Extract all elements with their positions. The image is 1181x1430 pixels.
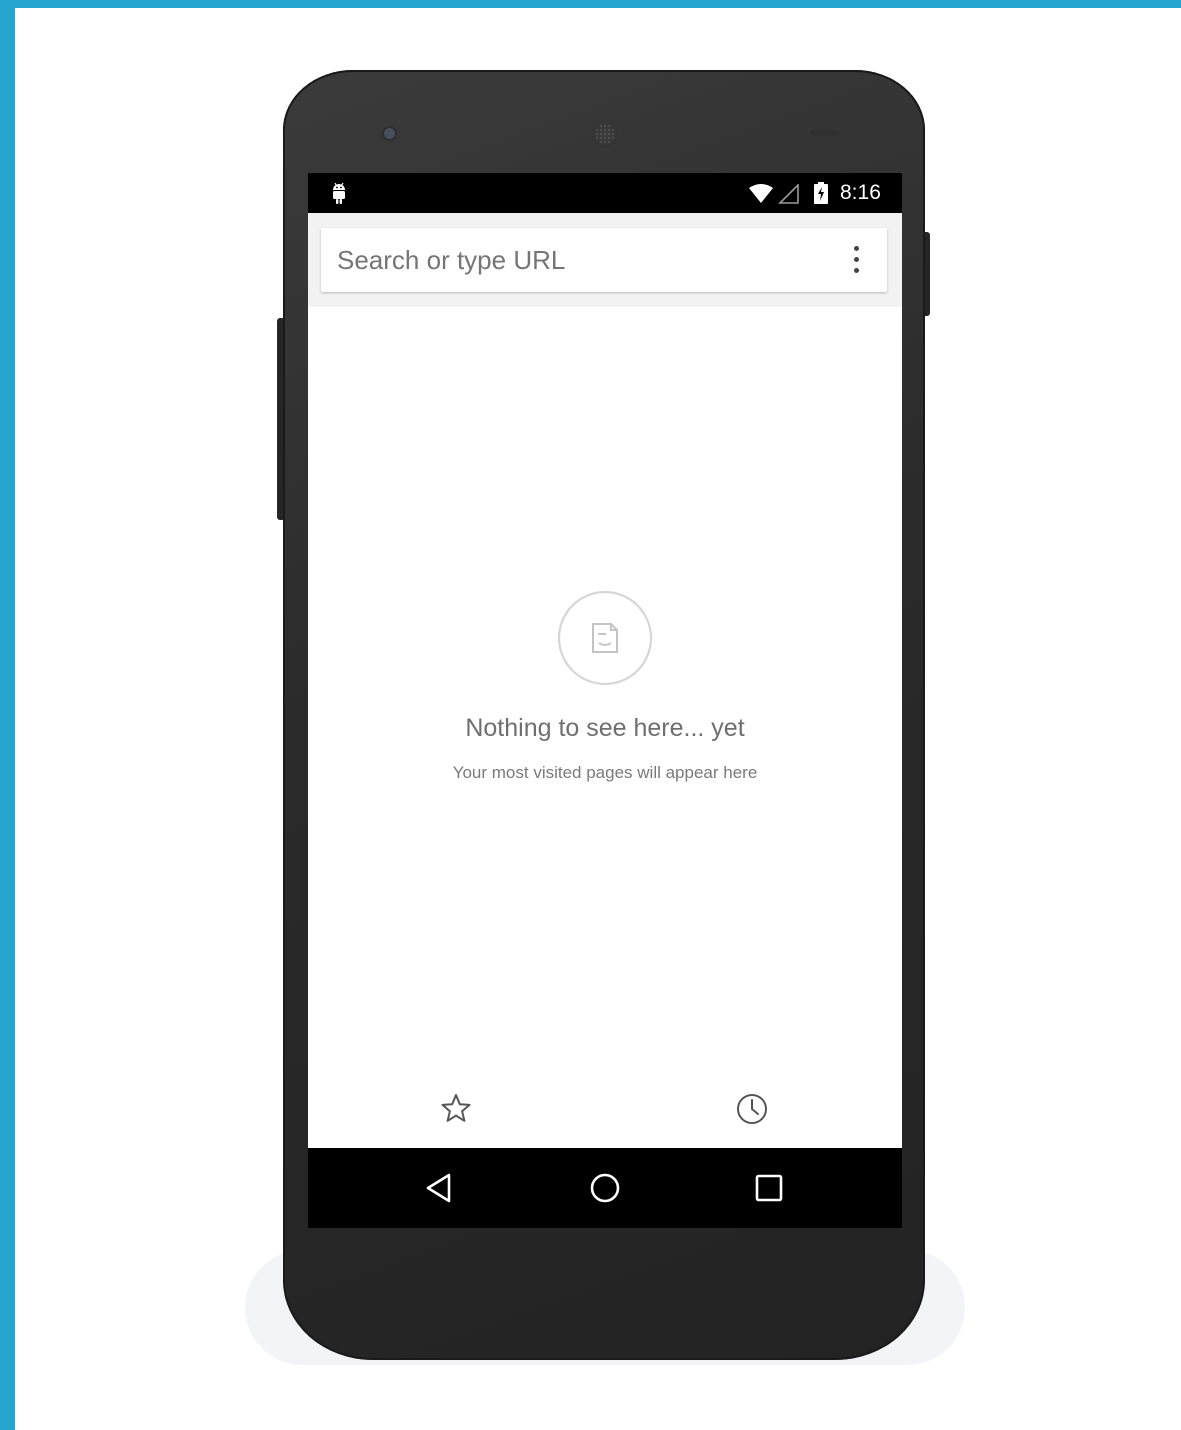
front-camera [384, 128, 395, 139]
empty-state-title: Nothing to see here... yet [465, 714, 745, 742]
empty-state-subtitle: Your most visited pages will appear here [452, 763, 758, 782]
status-clock: 8:16 [840, 181, 881, 204]
earpiece-speaker [589, 118, 621, 150]
frame-border-left [0, 0, 15, 1430]
phone-screen: 8:16 Nothing to see here... yet Your mos… [308, 173, 902, 1228]
bookmarks-star-icon[interactable] [438, 1091, 474, 1127]
home-icon[interactable] [587, 1170, 623, 1206]
browser-toolbar [308, 213, 902, 307]
search-input[interactable] [337, 228, 817, 292]
overflow-menu-icon[interactable] [841, 242, 871, 278]
system-nav-bar [308, 1148, 902, 1228]
frame-border-top [0, 0, 1181, 8]
battery-charging-icon [814, 182, 828, 204]
back-icon[interactable] [421, 1170, 457, 1206]
page-icon [557, 590, 653, 686]
history-clock-icon[interactable] [734, 1091, 770, 1127]
wifi-icon [749, 184, 773, 203]
android-notification-icon [333, 182, 345, 204]
status-bar: 8:16 [308, 173, 902, 213]
proximity-sensor [810, 130, 840, 136]
omnibox[interactable] [321, 228, 887, 292]
recents-icon[interactable] [751, 1170, 787, 1206]
cellular-signal-icon [778, 184, 799, 204]
